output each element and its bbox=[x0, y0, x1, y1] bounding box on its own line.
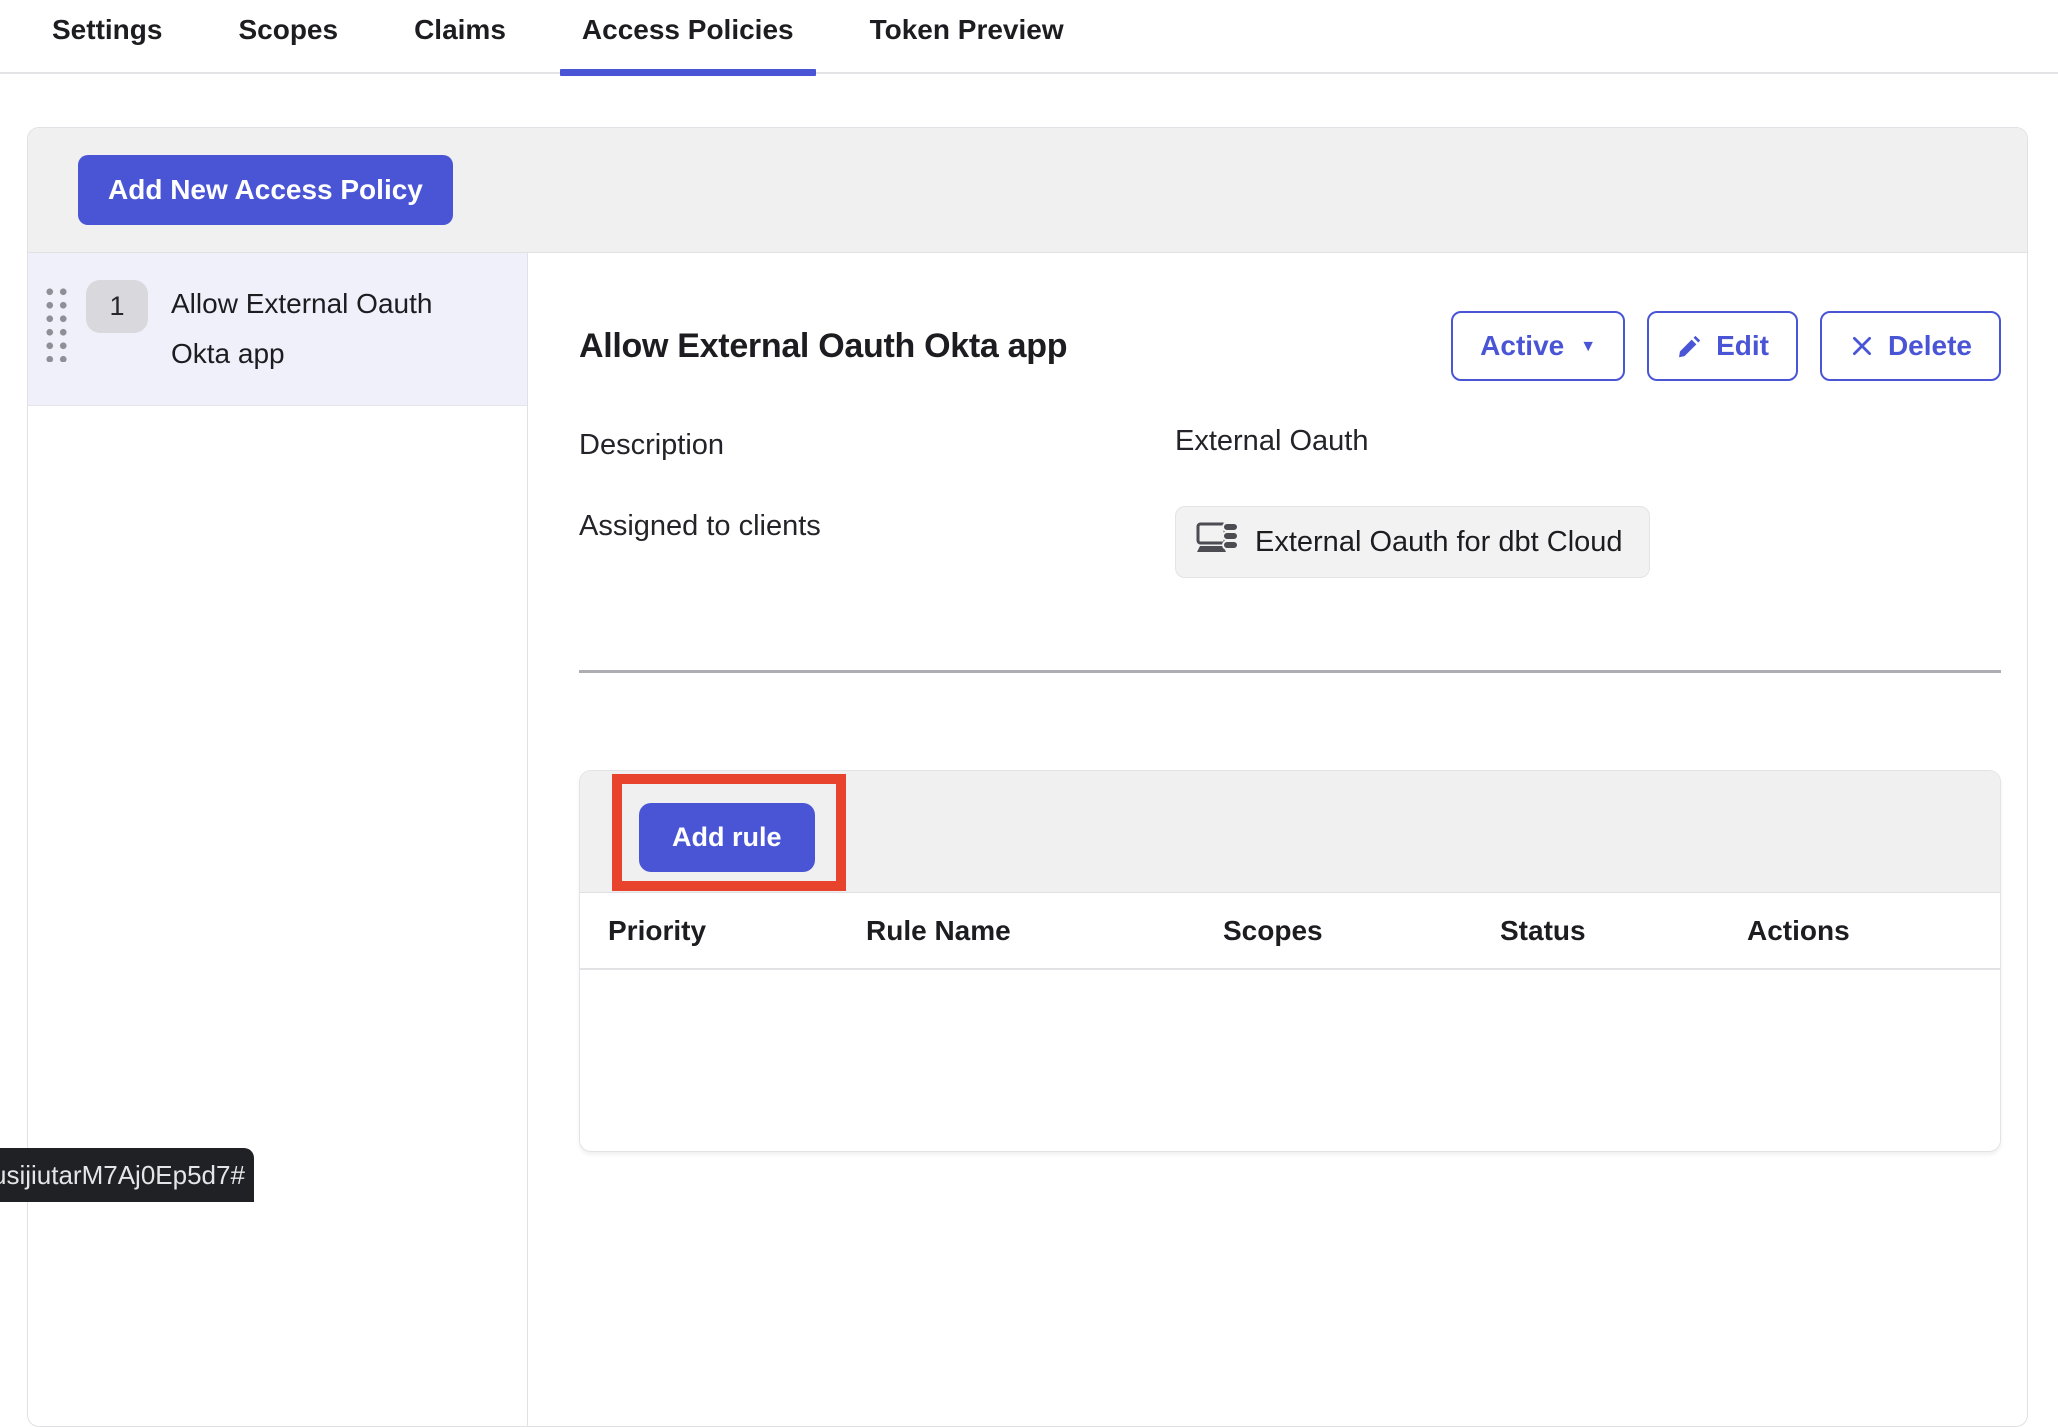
rules-table-body-empty bbox=[580, 970, 2000, 1150]
add-rule-button[interactable]: Add rule bbox=[639, 803, 815, 872]
tab-claims[interactable]: Claims bbox=[414, 14, 506, 72]
policy-name-label: Allow External Oauth Okta app bbox=[171, 279, 466, 379]
policies-toolbar: Add New Access Policy bbox=[28, 128, 2027, 253]
link-preview-text: usijiutarM7Aj0Ep5d7# bbox=[0, 1160, 245, 1191]
edit-label: Edit bbox=[1716, 330, 1769, 362]
rules-toolbar: Add rule bbox=[580, 771, 2000, 893]
tab-scopes[interactable]: Scopes bbox=[238, 14, 338, 72]
policy-detail: Allow External Oauth Okta app Active ▼ E… bbox=[528, 253, 2027, 1426]
policy-actions: Active ▼ Edit bbox=[1451, 311, 2001, 381]
assigned-client-label: External Oauth for dbt Cloud bbox=[1255, 526, 1623, 559]
link-preview-tooltip: usijiutarM7Aj0Ep5d7# bbox=[0, 1148, 254, 1202]
column-scopes: Scopes bbox=[1223, 915, 1500, 947]
delete-label: Delete bbox=[1888, 330, 1972, 362]
delete-button[interactable]: Delete bbox=[1820, 311, 2001, 381]
status-label: Active bbox=[1480, 330, 1564, 362]
policy-list-item[interactable]: 1 Allow External Oauth Okta app bbox=[28, 253, 527, 406]
column-actions: Actions bbox=[1747, 915, 1850, 947]
tab-access-policies[interactable]: Access Policies bbox=[582, 14, 794, 72]
tab-token-preview[interactable]: Token Preview bbox=[870, 14, 1064, 72]
chevron-down-icon: ▼ bbox=[1580, 338, 1596, 356]
rules-panel: Add rule Priority Rule Name Scopes Statu… bbox=[579, 770, 2001, 1152]
access-policies-panel: Add New Access Policy 1 Allow External O… bbox=[27, 127, 2028, 1427]
drag-handle-icon[interactable] bbox=[41, 283, 68, 362]
assigned-to-clients-label: Assigned to clients bbox=[579, 506, 1175, 543]
edit-button[interactable]: Edit bbox=[1647, 311, 1798, 381]
description-label: Description bbox=[579, 425, 1175, 462]
assigned-client-chip[interactable]: External Oauth for dbt Cloud bbox=[1175, 506, 1650, 578]
pencil-icon bbox=[1676, 333, 1703, 360]
column-status: Status bbox=[1500, 915, 1747, 947]
rules-table-header: Priority Rule Name Scopes Status Actions bbox=[580, 893, 2000, 970]
computer-database-icon bbox=[1196, 519, 1240, 565]
policy-priority-badge: 1 bbox=[86, 280, 148, 333]
policy-title: Allow External Oauth Okta app bbox=[579, 327, 1067, 366]
tab-bar: Settings Scopes Claims Access Policies T… bbox=[0, 0, 2058, 74]
section-divider bbox=[579, 670, 2001, 673]
column-rule-name: Rule Name bbox=[866, 915, 1223, 947]
description-value: External Oauth bbox=[1175, 425, 2001, 458]
tab-settings[interactable]: Settings bbox=[52, 14, 162, 72]
column-priority: Priority bbox=[608, 915, 866, 947]
add-new-access-policy-button[interactable]: Add New Access Policy bbox=[78, 155, 453, 225]
x-icon bbox=[1849, 333, 1875, 359]
status-dropdown-button[interactable]: Active ▼ bbox=[1451, 311, 1625, 381]
policy-list: 1 Allow External Oauth Okta app bbox=[28, 253, 528, 1426]
